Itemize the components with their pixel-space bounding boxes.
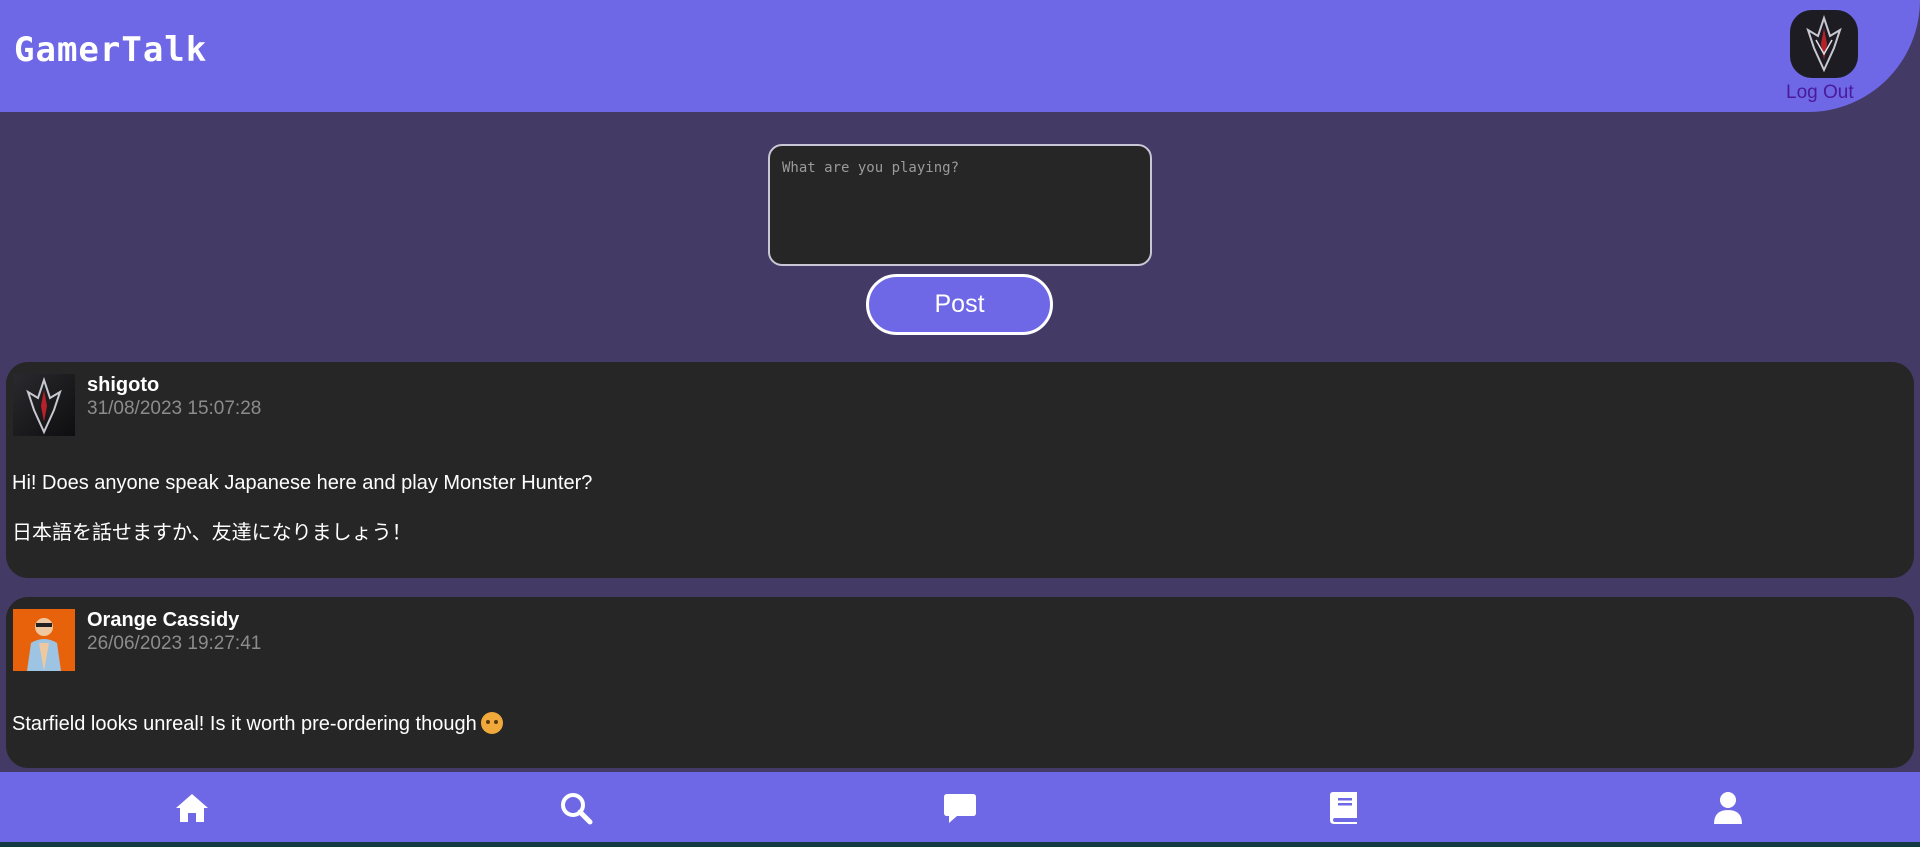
nav-profile[interactable] [1706, 786, 1750, 830]
top-header: GamerTalk Log Out [0, 0, 1920, 112]
post-card: shigoto 31/08/2023 15:07:28 Hi! Does any… [6, 362, 1914, 578]
chat-bubble-icon [944, 794, 976, 823]
book-icon [1330, 792, 1357, 824]
profile-avatar[interactable] [1790, 10, 1858, 78]
nav-home[interactable] [170, 786, 214, 830]
post-composer-input[interactable] [768, 144, 1152, 266]
user-icon [1714, 792, 1742, 824]
nav-search[interactable] [554, 786, 598, 830]
nav-library[interactable] [1322, 786, 1366, 830]
post-timestamp: 26/06/2023 19:27:41 [87, 633, 262, 654]
post-text-line: Hi! Does anyone speak Japanese here and … [12, 472, 593, 494]
blade-emblem-icon [1806, 14, 1842, 73]
blade-emblem-icon [26, 376, 62, 435]
nav-messages[interactable] [938, 786, 982, 830]
post-username[interactable]: shigoto [87, 374, 159, 397]
bottom-edge-strip [0, 842, 1920, 847]
orange-cassidy-avatar[interactable] [13, 609, 75, 671]
shigoto-avatar[interactable] [13, 374, 75, 436]
app-title: GamerTalk [14, 30, 208, 70]
post-username[interactable]: Orange Cassidy [87, 609, 239, 632]
post-text-line: Starfield looks unreal! Is it worth pre-… [12, 712, 503, 736]
bottom-navigation [0, 772, 1920, 842]
logout-link[interactable]: Log Out [1786, 82, 1854, 104]
post-text: Starfield looks unreal! Is it worth pre-… [12, 713, 477, 735]
thinking-face-emoji [480, 712, 503, 734]
home-icon [176, 794, 208, 822]
search-icon [561, 793, 593, 825]
person-portrait-icon [27, 618, 61, 671]
post-text-line: 日本語を話せますか、友達になりましょう！ [12, 522, 412, 544]
post-timestamp: 31/08/2023 15:07:28 [87, 398, 262, 419]
post-card: Orange Cassidy 26/06/2023 19:27:41 Starf… [6, 597, 1914, 768]
post-button[interactable]: Post [866, 274, 1053, 335]
